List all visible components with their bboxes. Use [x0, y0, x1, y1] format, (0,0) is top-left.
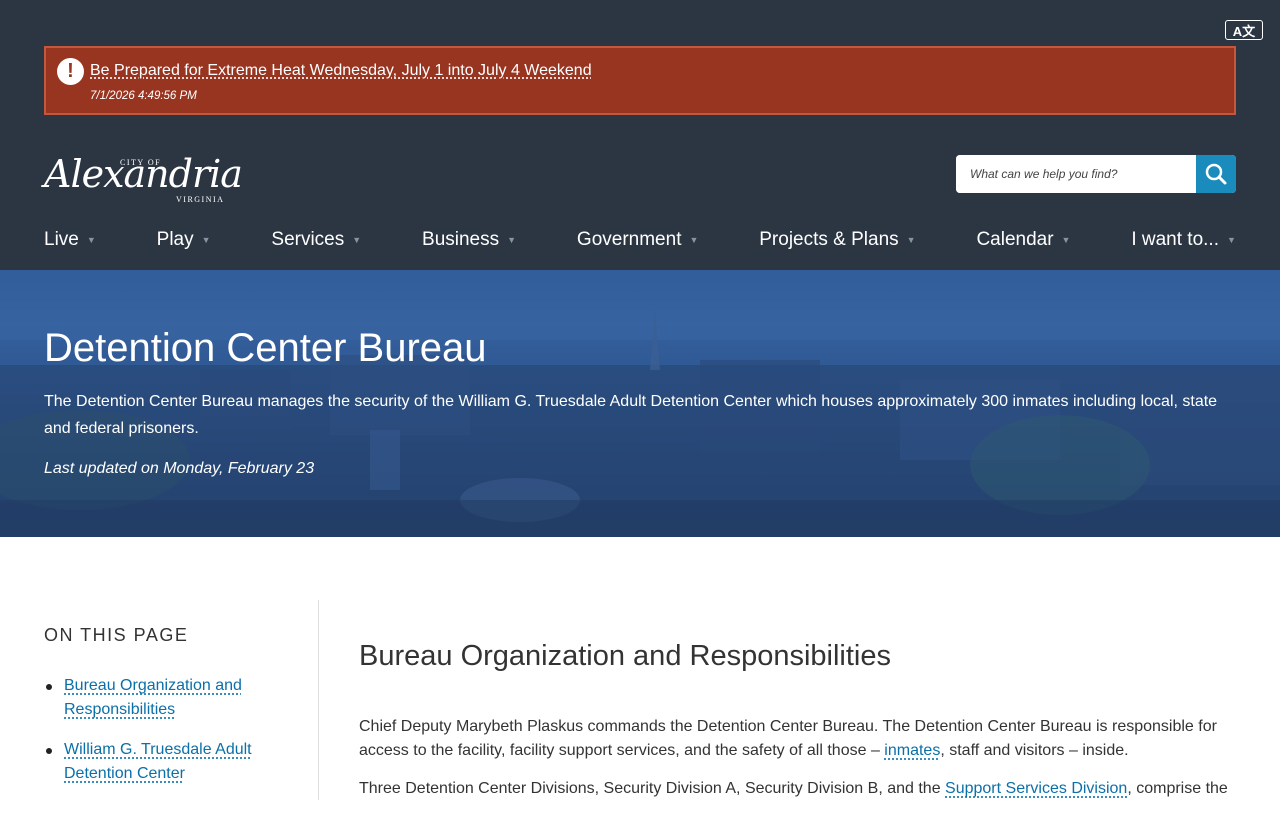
paragraph-text: , staff and visitors – inside.: [940, 742, 1129, 759]
nav-item-calendar[interactable]: Calendar ▼: [976, 226, 1070, 254]
site-header: A文 ! Be Prepared for Extreme Heat Wednes…: [0, 0, 1280, 270]
list-item: Bureau Organization and Responsibilities: [44, 674, 294, 722]
sidebar-link-detention-center[interactable]: William G. Truesdale Adult Detention Cen…: [64, 741, 252, 782]
caret-down-icon: ▼: [507, 235, 517, 245]
hero-banner: Detention Center Bureau The Detention Ce…: [0, 270, 1280, 537]
paragraph: Three Detention Center Divisions, Securi…: [359, 777, 1239, 801]
logo-name: Alexandria: [44, 152, 243, 196]
paragraph-text: , comprise the: [1127, 780, 1228, 797]
paragraph: Chief Deputy Marybeth Plaskus commands t…: [359, 715, 1239, 763]
nav-label: I want to...: [1131, 229, 1219, 250]
sidebar-divider: [318, 600, 319, 800]
alert-timestamp: 7/1/2026 4:49:56 PM: [90, 90, 197, 102]
list-item: William G. Truesdale Adult Detention Cen…: [44, 738, 294, 786]
nav-label: Live: [44, 229, 79, 250]
logo-state: VIRGINIA: [176, 195, 225, 204]
sidebar-heading: ON THIS PAGE: [44, 625, 189, 645]
nav-item-i-want-to[interactable]: I want to... ▼: [1131, 226, 1236, 254]
nav-item-government[interactable]: Government ▼: [577, 226, 698, 254]
nav-label: Projects & Plans: [759, 229, 899, 250]
nav-label: Play: [156, 229, 194, 250]
nav-item-play[interactable]: Play ▼: [157, 226, 211, 254]
nav-label: Services: [271, 229, 345, 250]
nav-label: Government: [576, 229, 682, 250]
nav-item-live[interactable]: Live ▼: [44, 226, 96, 254]
nav-item-projects-plans[interactable]: Projects & Plans ▼: [759, 226, 915, 254]
support-services-link[interactable]: Support Services Division: [945, 780, 1127, 797]
nav-label: Calendar: [976, 229, 1054, 250]
translate-button[interactable]: A文: [1225, 20, 1263, 40]
main-nav: Live ▼ Play ▼ Services ▼ Business ▼ Governme…: [44, 226, 1236, 254]
nav-item-services[interactable]: Services ▼: [271, 226, 361, 254]
caret-down-icon: ▼: [201, 235, 211, 245]
search-icon: [1205, 163, 1227, 185]
sidebar-list: Bureau Organization and Responsibilities…: [44, 674, 294, 786]
alert-title-link[interactable]: Be Prepared for Extreme Heat Wednesday, …: [90, 62, 592, 80]
caret-down-icon: ▼: [352, 235, 362, 245]
paragraph-text: Three Detention Center Divisions, Securi…: [359, 780, 946, 797]
page-description: The Detention Center Bureau manages the …: [44, 393, 1218, 437]
search-input[interactable]: [956, 155, 1196, 193]
on-this-page-sidebar: ON THIS PAGE Bureau Organization and Res…: [44, 625, 294, 802]
caret-down-icon: ▼: [1061, 235, 1071, 245]
caret-down-icon: ▼: [689, 235, 699, 245]
caret-down-icon: ▼: [1226, 235, 1236, 245]
caret-down-icon: ▼: [86, 235, 96, 245]
nav-item-business[interactable]: Business ▼: [422, 226, 516, 254]
inmates-link[interactable]: inmates: [884, 742, 940, 759]
nav-label: Business: [422, 229, 500, 250]
exclamation-icon: !: [57, 58, 84, 85]
alert-banner: ! Be Prepared for Extreme Heat Wednesday…: [44, 46, 1236, 115]
search-button[interactable]: [1196, 155, 1236, 193]
city-logo[interactable]: CITY OF Alexandria VIRGINIA: [44, 140, 244, 210]
search-box: [956, 155, 1236, 193]
main-content: Bureau Organization and Responsibilities…: [359, 640, 1239, 815]
page-title: Detention Center Bureau: [44, 326, 487, 370]
sidebar-link-bureau-organization[interactable]: Bureau Organization and Responsibilities: [64, 677, 242, 718]
caret-down-icon: ▼: [906, 235, 916, 245]
section-heading: Bureau Organization and Responsibilities: [359, 640, 891, 672]
last-updated: Last updated on Monday, February 23: [44, 460, 315, 477]
